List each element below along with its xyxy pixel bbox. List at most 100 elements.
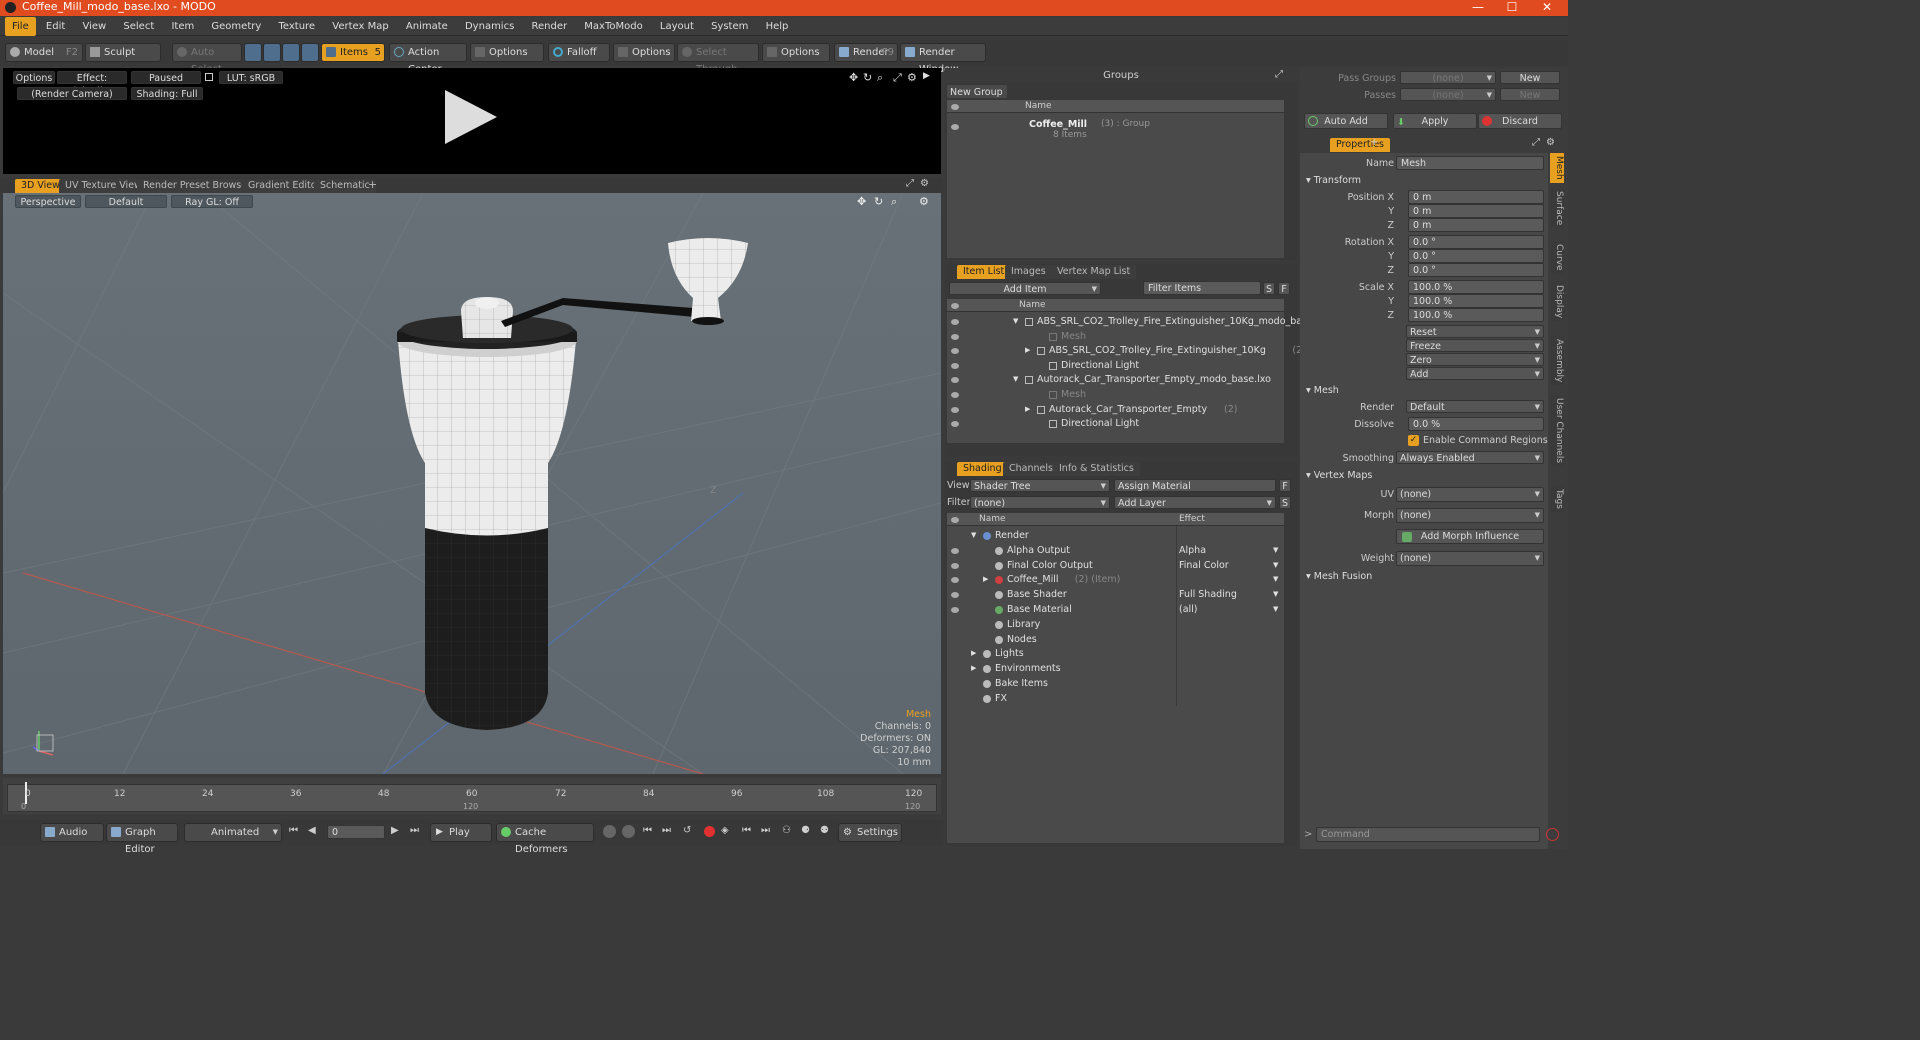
side-tab-mesh[interactable]: Mesh (1550, 153, 1564, 183)
effect-dropdown-icon[interactable]: ▼ (1273, 602, 1278, 617)
shader-row[interactable]: Library (947, 617, 1282, 632)
expand-arrow-icon[interactable]: ▼ (1013, 372, 1018, 387)
tab-render-preset-browser[interactable]: Render Preset Browser (137, 179, 257, 193)
expand-arrow-icon[interactable]: ▶ (971, 646, 976, 661)
eye-icon[interactable] (951, 577, 959, 584)
coffee-mill-model[interactable] (3, 193, 941, 774)
add-item-dropdown[interactable]: Add Item (949, 282, 1101, 296)
eye-icon[interactable] (951, 377, 959, 384)
eye-icon[interactable] (951, 421, 959, 428)
shading-s-button[interactable]: S (1279, 496, 1291, 509)
add-tab-button[interactable]: + (368, 178, 377, 191)
position-z-field[interactable]: 0 m (1408, 218, 1544, 232)
dissolve-field[interactable]: 0.0 % (1408, 417, 1544, 431)
group-visibility-icon[interactable] (951, 124, 959, 130)
shader-row[interactable]: ▶ Environments (947, 661, 1282, 676)
options-c-icon[interactable]: ⚉ (820, 825, 829, 836)
timeline[interactable]: 0 12 24 36 48 60 72 84 96 108 120 0 120 … (3, 778, 941, 814)
render-camera-dropdown[interactable]: (Render Camera) (17, 87, 127, 100)
weight-dropdown[interactable]: (none) (1396, 551, 1544, 566)
effect-dropdown-icon[interactable]: ▼ (1273, 558, 1278, 573)
menu-render[interactable]: Render (524, 17, 574, 36)
side-tab-user-channels[interactable]: User Channels (1550, 395, 1564, 467)
item-list-tree[interactable]: Name ▼ ABS_SRL_CO2_Trolley_Fire_Extinguis… (947, 299, 1316, 443)
side-tab-surface[interactable]: Surface (1550, 187, 1564, 229)
item-row[interactable]: Directional Light (947, 358, 1282, 373)
vertex-maps-section[interactable]: ▾ Vertex Maps (1306, 470, 1372, 481)
shader-row[interactable]: ▼ Render (947, 528, 1282, 543)
key-icon[interactable] (603, 825, 616, 838)
add-properties-tab[interactable]: + (1370, 137, 1378, 148)
new-group-button[interactable]: New Group (947, 85, 1007, 98)
menu-texture[interactable]: Texture (271, 17, 322, 36)
move-icon[interactable]: ✥ (849, 71, 858, 84)
scale-z-field[interactable]: 100.0 % (1408, 308, 1544, 322)
mesh-fusion-section[interactable]: ▾ Mesh Fusion (1306, 571, 1372, 582)
tab-uv-texture-view[interactable]: UV Texture View (59, 179, 148, 193)
shader-tree[interactable]: Name Effect ▼ Render Alpha Output Alpha ▼ Fin… (947, 513, 1284, 843)
animated-dropdown[interactable]: Animated (184, 823, 282, 842)
smoothing-dropdown[interactable]: Always Enabled (1396, 451, 1544, 465)
menu-file[interactable]: File (5, 17, 36, 36)
shader-effect[interactable]: Alpha (1179, 543, 1206, 558)
tab-images[interactable]: Images (1005, 265, 1052, 279)
expand-arrow-icon[interactable]: ▶ (983, 572, 988, 587)
expand-arrow-icon[interactable]: ▶ (1025, 402, 1030, 417)
tab-schematic[interactable]: Schematic (314, 179, 376, 193)
key-filter-icon[interactable]: ◈ (721, 825, 729, 836)
expand-arrow-icon[interactable]: ▶ (971, 661, 976, 676)
add-dropdown[interactable]: Add (1406, 367, 1544, 381)
action-center-options-button[interactable]: Options (470, 43, 544, 62)
command-history-icon[interactable] (1546, 828, 1559, 841)
group-name[interactable]: Coffee_Mill (1029, 119, 1087, 130)
prev-key-icon[interactable]: ⏮ (643, 825, 652, 836)
menu-animate[interactable]: Animate (399, 17, 455, 36)
mesh-section[interactable]: ▾ Mesh (1306, 385, 1339, 396)
items-mode-button[interactable]: Items 5 (321, 43, 385, 62)
item-row[interactable]: ▶ Autorack_Car_Transporter_Empty (2) (947, 402, 1282, 417)
properties-maximize-icon[interactable]: ⤢ (1532, 137, 1540, 148)
eye-icon[interactable] (951, 406, 959, 413)
groups-maximize-icon[interactable]: ⤢ (1275, 69, 1283, 80)
shader-row[interactable]: ▶ Lights (947, 646, 1282, 661)
render-button[interactable]: Render F9 (834, 43, 898, 62)
3d-viewport[interactable]: Z Perspective Default Ray GL: Off ✥ ↻ ⌕ … (3, 193, 941, 774)
filter-dropdown[interactable]: (none) (970, 496, 1110, 510)
eye-icon[interactable] (951, 592, 959, 599)
settings-button[interactable]: ⚙ Settings (838, 823, 902, 842)
loop-icon[interactable]: ↺ (683, 825, 691, 836)
reset-dropdown[interactable]: Reset (1406, 325, 1544, 339)
shader-row[interactable]: Nodes (947, 632, 1282, 647)
viewport-maximize-icon[interactable]: ⤢ (906, 178, 914, 189)
preview-paused-button[interactable]: Paused (131, 71, 201, 84)
menu-help[interactable]: Help (759, 17, 796, 36)
filter-items-input[interactable]: Filter Items (1143, 281, 1261, 295)
falloff-button[interactable]: Falloff (548, 43, 610, 62)
shader-row[interactable]: Base Shader Full Shading ▼ (947, 587, 1282, 602)
go-start-icon[interactable]: ⏮ (289, 825, 298, 836)
rotation-x-field[interactable]: 0.0 ° (1408, 235, 1544, 249)
next-frame-icon[interactable]: ▶ (391, 825, 399, 836)
menu-layout[interactable]: Layout (653, 17, 701, 36)
auto-select-button[interactable]: Auto Select (172, 43, 242, 75)
discard-button[interactable]: Discard (1478, 113, 1562, 129)
select-options-button[interactable]: Options (762, 43, 830, 62)
properties-gear-icon[interactable]: ⚙ (1546, 137, 1555, 148)
play-small-icon[interactable]: ▶ (923, 71, 930, 81)
eye-icon[interactable] (951, 348, 959, 355)
menu-vertex-map[interactable]: Vertex Map (325, 17, 395, 36)
menu-item[interactable]: Item (164, 17, 201, 36)
graph-editor-button[interactable]: Graph Editor (106, 823, 178, 855)
rotate-icon[interactable]: ↻ (863, 71, 872, 84)
item-row[interactable]: ▼ Autorack_Car_Transporter_Empty_modo_bas… (947, 372, 1282, 387)
command-input[interactable]: Command (1316, 827, 1540, 842)
add-layer-dropdown[interactable]: Add Layer (1114, 496, 1276, 510)
effect-dropdown-icon[interactable]: ▼ (1273, 543, 1278, 558)
preview-options-button[interactable]: Options (13, 71, 55, 84)
shader-effect[interactable]: Final Color (1179, 558, 1229, 573)
play-button[interactable]: ▶ Play (430, 823, 492, 842)
close-button[interactable]: ✕ (1532, 0, 1562, 16)
auto-key-icon[interactable] (622, 825, 635, 838)
tab-vertex-map-list[interactable]: Vertex Map List (1051, 265, 1137, 279)
expand-arrow-icon[interactable]: ▼ (1013, 314, 1018, 329)
